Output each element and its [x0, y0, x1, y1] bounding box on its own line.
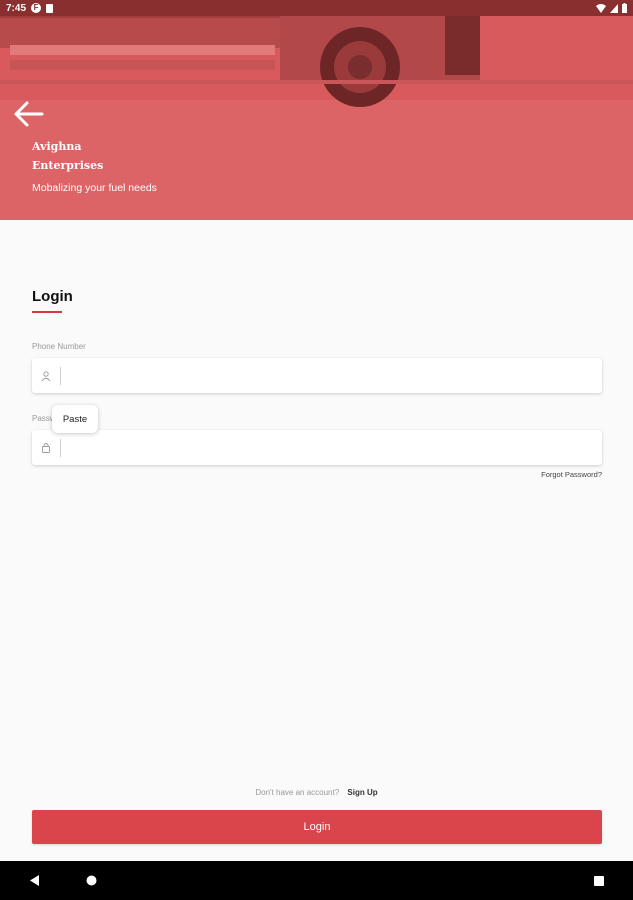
wifi-icon: [596, 3, 606, 13]
notification-app-icon: F: [31, 3, 42, 13]
phone-number-input[interactable]: [61, 359, 602, 392]
navigation-bar: [0, 861, 633, 900]
login-button[interactable]: Login: [32, 810, 602, 844]
hero-banner: Avighna Enterprises Mobalizing your fuel…: [0, 0, 633, 220]
password-field[interactable]: [32, 430, 602, 465]
tagline: Mobalizing your fuel needs: [32, 182, 157, 194]
login-title-underline: [32, 311, 62, 313]
back-arrow-icon[interactable]: [12, 98, 46, 130]
phone-number-label: Phone Number: [32, 342, 86, 351]
sign-up-link[interactable]: Sign Up: [347, 788, 377, 797]
password-input[interactable]: [61, 431, 602, 464]
signal-icon: [610, 3, 618, 13]
notification-sim-icon: [46, 3, 54, 13]
battery-icon: [622, 3, 627, 13]
no-account-text: Don't have an account?: [255, 788, 340, 797]
brand-name: Avighna Enterprises: [32, 137, 103, 175]
paste-popup-button[interactable]: Paste: [52, 405, 98, 433]
status-bar: 7:45 F: [0, 0, 633, 16]
user-icon: [32, 358, 60, 393]
forgot-password-link[interactable]: Forgot Password?: [541, 470, 602, 479]
phone-number-field[interactable]: [32, 358, 602, 393]
status-time: 7:45: [6, 2, 27, 14]
lock-icon: [32, 430, 60, 465]
nav-recents-icon[interactable]: [584, 861, 614, 900]
login-title: Login: [32, 288, 73, 305]
nav-back-icon[interactable]: [20, 861, 50, 900]
brand-line-2: Enterprises: [32, 159, 104, 172]
signup-prompt: Don't have an account? Sign Up: [0, 788, 633, 797]
brand-line-1: Avighna: [32, 140, 82, 153]
nav-home-icon[interactable]: [76, 861, 106, 900]
